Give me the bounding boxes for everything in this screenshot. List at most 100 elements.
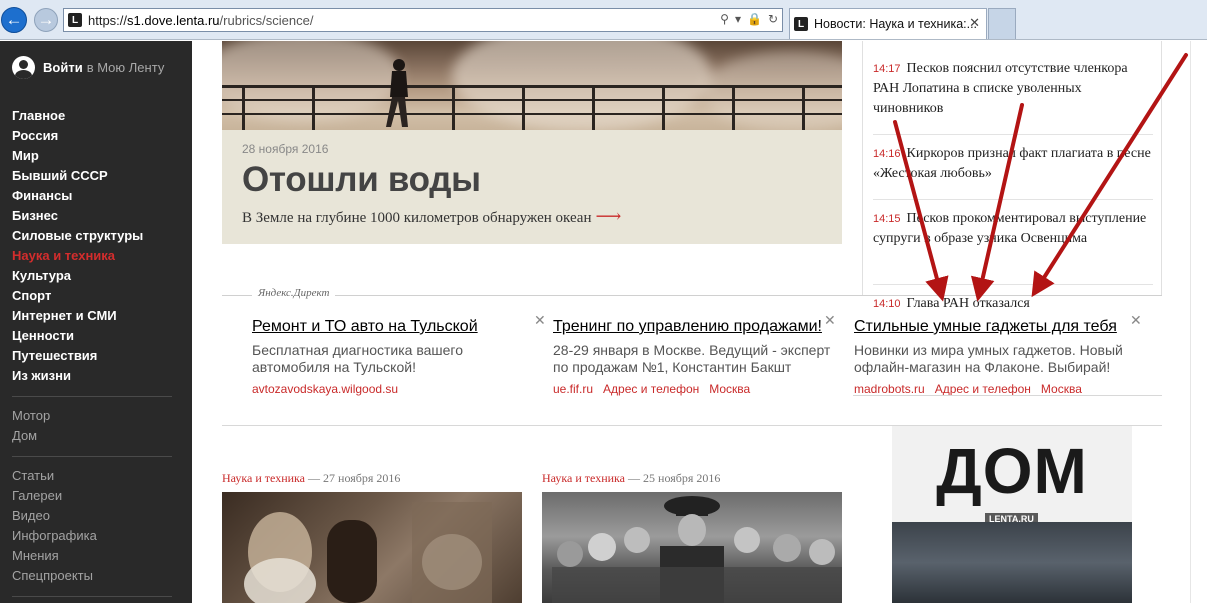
news-headline[interactable]: Глава РАН отказался bbox=[907, 296, 1030, 311]
news-divider bbox=[873, 199, 1153, 200]
ad-link[interactable]: Москва bbox=[1041, 382, 1082, 396]
forward-arrow-icon[interactable]: → bbox=[34, 8, 58, 32]
dropdown-icon[interactable]: ▾ bbox=[735, 12, 741, 26]
ad-block[interactable]: Стильные умные гаджеты для тебя Новинки и… bbox=[854, 312, 1144, 396]
ad-title-link[interactable]: Ремонт и ТО авто на Тульской bbox=[252, 318, 542, 336]
ad-link[interactable]: Адрес и телефон bbox=[603, 382, 699, 396]
ad-links: avtozavodskaya.wilgood.su bbox=[252, 382, 542, 396]
ad-link[interactable]: Адрес и телефон bbox=[935, 382, 1031, 396]
url-host: s1.dove.lenta.ru bbox=[127, 12, 220, 28]
sidebar-item[interactable]: Мотор bbox=[12, 406, 50, 426]
news-divider bbox=[873, 134, 1153, 135]
hero-title[interactable]: Отошли воды bbox=[242, 160, 481, 200]
refresh-icon[interactable]: ↻ bbox=[768, 12, 778, 26]
close-ad-icon[interactable]: ✕ bbox=[534, 312, 546, 329]
hero-date: 28 ноября 2016 bbox=[242, 142, 329, 156]
ad-block[interactable]: Тренинг по управлению продажами! 28-29 ян… bbox=[553, 312, 843, 396]
card-rubric-link[interactable]: Наука и техника bbox=[222, 471, 305, 485]
sidebar-item[interactable]: Путешествия bbox=[12, 346, 143, 366]
news-divider bbox=[873, 284, 1153, 285]
hero-image[interactable] bbox=[222, 41, 842, 130]
browser-toolbar: ← → L https:// s1.dove.lenta.ru /rubrics… bbox=[0, 0, 1207, 40]
search-icon[interactable]: ⚲ bbox=[720, 12, 729, 26]
card-meta: Наука и техника — 25 ноября 2016 bbox=[542, 471, 720, 486]
sidebar-item[interactable]: Видео bbox=[12, 506, 97, 526]
sidebar-item[interactable]: Мнения bbox=[12, 546, 97, 566]
news-time: 14:15 bbox=[873, 213, 901, 225]
news-headline[interactable]: Киркоров признал факт плагиата в песне «… bbox=[873, 146, 1151, 181]
new-tab-button[interactable] bbox=[988, 8, 1016, 39]
sidebar-item[interactable]: Статьи bbox=[12, 466, 97, 486]
sidebar-item[interactable]: Из жизни bbox=[12, 366, 143, 386]
hero-subtitle[interactable]: В Земле на глубине 1000 километров обнар… bbox=[242, 206, 621, 227]
tab-news-science[interactable]: L Новости: Наука и техника:... ✕ bbox=[789, 8, 987, 39]
sidebar-divider bbox=[12, 596, 172, 597]
address-bar[interactable]: L https:// s1.dove.lenta.ru /rubrics/sci… bbox=[63, 8, 783, 32]
user-avatar-icon bbox=[12, 56, 35, 79]
tab-favicon-icon: L bbox=[794, 17, 808, 31]
yandex-direct-label[interactable]: Яндекс.Директ bbox=[252, 287, 336, 299]
ad-text: Бесплатная диагностика вашего автомобиля… bbox=[252, 342, 464, 375]
sidebar-divider bbox=[12, 456, 172, 457]
ad-links: madrobots.ru Адрес и телефон Москва bbox=[854, 382, 1144, 396]
sidebar-item[interactable]: Интернет и СМИ bbox=[12, 306, 143, 326]
sidebar-item[interactable]: Финансы bbox=[12, 186, 143, 206]
news-time: 14:16 bbox=[873, 148, 901, 160]
card-date: — 27 ноября 2016 bbox=[308, 471, 401, 485]
sidebar-item[interactable]: Инфографика bbox=[12, 526, 97, 546]
page-scrollbar[interactable] bbox=[1190, 41, 1207, 603]
tab-title: Новости: Наука и техника:... bbox=[814, 17, 978, 31]
main-rubrics-menu: Главное Россия Мир Бывший СССР Финансы Бизнес… bbox=[12, 106, 143, 386]
ad-link[interactable]: avtozavodskaya.wilgood.su bbox=[252, 382, 398, 396]
news-item[interactable]: 14:16 Киркоров признал факт плагиата в пе… bbox=[873, 144, 1153, 184]
site-favicon-icon: L bbox=[68, 13, 82, 27]
login-label: Войти bbox=[43, 60, 83, 75]
news-headline[interactable]: Песков прокомментировал выступление супр… bbox=[873, 211, 1146, 246]
back-arrow-icon[interactable]: ← bbox=[1, 7, 27, 33]
card-image[interactable] bbox=[542, 492, 842, 603]
ad-link[interactable]: madrobots.ru bbox=[854, 382, 925, 396]
direct-bottom-divider bbox=[853, 395, 1162, 396]
sidebar-item[interactable]: Мир bbox=[12, 146, 143, 166]
promo-image bbox=[892, 522, 1132, 603]
promo-word: ДОМ bbox=[936, 435, 1088, 507]
card-image[interactable] bbox=[222, 492, 522, 603]
sidebar-item[interactable]: Спорт bbox=[12, 286, 143, 306]
sidebar-item[interactable]: Дом bbox=[12, 426, 50, 446]
sidebar-item[interactable]: Бизнес bbox=[12, 206, 143, 226]
sidebar-item[interactable]: Силовые структуры bbox=[12, 226, 143, 246]
lock-icon[interactable]: 🔒 bbox=[747, 12, 762, 26]
login-link[interactable]: Войти в Мою Ленту bbox=[12, 56, 164, 79]
news-time: 14:10 bbox=[873, 298, 901, 310]
close-tab-icon[interactable]: ✕ bbox=[969, 15, 980, 31]
ad-block[interactable]: Ремонт и ТО авто на Тульской Бесплатная д… bbox=[252, 312, 546, 396]
news-headline[interactable]: Песков пояснил отсутствие членкора РАН Л… bbox=[873, 61, 1128, 116]
ad-link[interactable]: ue.fif.ru bbox=[553, 382, 593, 396]
sidebar-item[interactable]: Ценности bbox=[12, 326, 143, 346]
sidebar-item[interactable]: Спецпроекты bbox=[12, 566, 97, 586]
card-rubric-link[interactable]: Наука и техника bbox=[542, 471, 625, 485]
close-ad-icon[interactable]: ✕ bbox=[824, 312, 836, 329]
sidebar-item[interactable]: Бывший СССР bbox=[12, 166, 143, 186]
formats-menu: Статьи Галереи Видео Инфографика Мнения Спецп… bbox=[12, 466, 97, 586]
news-time: 14:17 bbox=[873, 63, 901, 75]
url-scheme: https:// bbox=[88, 12, 128, 28]
sidebar-item[interactable]: Главное bbox=[12, 106, 143, 126]
latest-news-column: 14:17 Песков пояснил отсутствие членкора … bbox=[862, 41, 1162, 311]
ad-title-link[interactable]: Стильные умные гаджеты для тебя bbox=[854, 318, 1144, 336]
ad-text: Новинки из мира умных гаджетов. Новый оф… bbox=[854, 342, 1123, 375]
news-item[interactable]: 14:10 Глава РАН отказался bbox=[873, 294, 1153, 314]
sidebar-item[interactable]: Галереи bbox=[12, 486, 97, 506]
sidebar-item[interactable]: Россия bbox=[12, 126, 143, 146]
hero-article[interactable]: 28 ноября 2016 Отошли воды В Земле на гл… bbox=[222, 130, 842, 244]
close-ad-icon[interactable]: ✕ bbox=[1130, 312, 1142, 329]
dom-promo-banner[interactable]: ДОМ LENTA.RU bbox=[892, 426, 1132, 603]
sidebar: Войти в Мою Ленту Главное Россия Мир Бывший… bbox=[0, 41, 192, 603]
card-photo-crowd bbox=[552, 496, 842, 603]
sidebar-item[interactable]: Культура bbox=[12, 266, 143, 286]
news-item[interactable]: 14:17 Песков пояснил отсутствие членкора … bbox=[873, 59, 1153, 119]
ad-link[interactable]: Москва bbox=[709, 382, 750, 396]
sidebar-item[interactable]: Наука и техника bbox=[12, 246, 143, 266]
news-item[interactable]: 14:15 Песков прокомментировал выступление… bbox=[873, 209, 1153, 249]
ad-title-link[interactable]: Тренинг по управлению продажами! bbox=[553, 318, 843, 336]
